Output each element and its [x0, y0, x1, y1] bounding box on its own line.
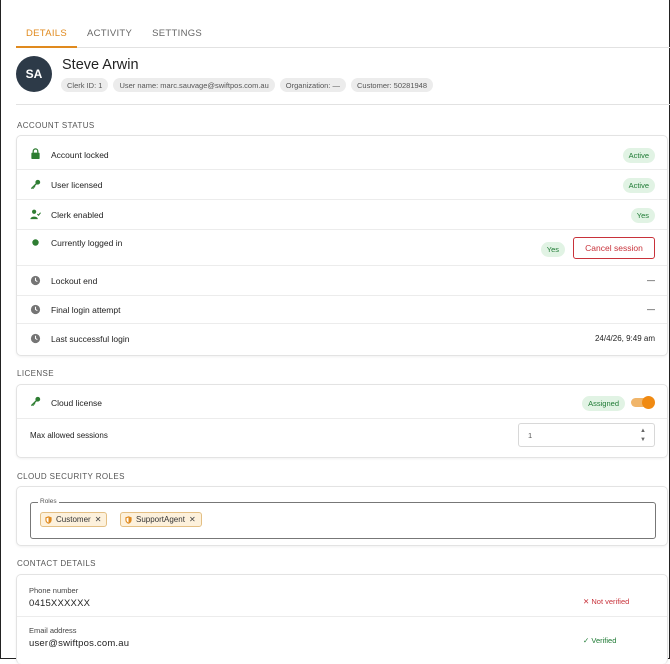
tab-bar: DETAILS ACTIVITY SETTINGS: [16, 22, 670, 48]
cloud-license-row: Cloud license Assigned: [17, 385, 667, 419]
clock-icon: [30, 275, 41, 286]
lockout-end-value: —: [647, 276, 655, 285]
clock-icon: [30, 333, 41, 344]
roles-field-label: Roles: [38, 498, 59, 505]
currently-logged-in-row: Currently logged in Yes Cancel session: [17, 230, 667, 266]
last-successful-login-label: Last successful login: [51, 334, 130, 344]
max-sessions-label: Max allowed sessions: [30, 431, 108, 440]
user-name: Steve Arwin: [62, 57, 139, 73]
clerk-enabled-row: Clerk enabled Yes: [17, 200, 667, 230]
organization-chip: Organization: —: [279, 78, 346, 92]
person-check-icon: [30, 209, 41, 220]
max-sessions-row: Max allowed sessions 1 ▲ ▼: [17, 419, 667, 457]
cloud-license-label: Cloud license: [51, 398, 103, 408]
license-card: Cloud license Assigned Max allowed sessi…: [16, 384, 668, 458]
status-badge: Active: [622, 178, 655, 193]
email-label: Email address: [29, 626, 77, 635]
account-locked-row: Account locked Active: [17, 136, 667, 170]
remove-role-icon[interactable]: ✕: [189, 515, 196, 524]
user-licensed-label: User licensed: [51, 180, 103, 190]
key-icon: [30, 396, 41, 407]
email-value: user@swiftpos.com.au: [29, 638, 130, 649]
avatar: SA: [16, 56, 52, 92]
phone-label: Phone number: [29, 586, 79, 595]
user-name-chip: User name: marc.sauvage@swiftpos.com.au: [113, 78, 275, 92]
final-login-attempt-value: —: [647, 305, 655, 314]
cloud-license-toggle[interactable]: [631, 396, 655, 409]
currently-logged-in-label: Currently logged in: [51, 238, 123, 248]
last-successful-login-value: 24/4/26, 9:49 am: [594, 334, 655, 343]
user-info-chips: Clerk ID: 1 User name: marc.sauvage@swif…: [61, 78, 434, 92]
role-chip-customer[interactable]: Customer ✕: [40, 512, 108, 527]
email-status-text: Verified: [591, 636, 617, 645]
lock-icon: [31, 148, 40, 159]
account-status-title: ACCOUNT STATUS: [17, 121, 95, 130]
tab-activity[interactable]: ACTIVITY: [77, 22, 142, 48]
customer-chip: Customer: 50281948: [350, 78, 434, 92]
email-row: Email address user@swiftpos.com.au ✓ Ver…: [17, 617, 667, 661]
final-login-attempt-row: Final login attempt —: [17, 296, 667, 324]
status-badge: Assigned: [582, 396, 625, 411]
final-login-attempt-label: Final login attempt: [51, 305, 121, 315]
increment-icon[interactable]: ▲: [640, 428, 646, 434]
key-icon: [30, 179, 41, 190]
cloud-security-roles-title: CLOUD SECURITY ROLES: [17, 472, 125, 481]
status-badge: Yes: [630, 208, 655, 223]
account-status-card: Account locked Active User licensed Acti…: [16, 135, 668, 356]
account-locked-label: Account locked: [51, 150, 109, 160]
roles-field[interactable]: Roles Customer ✕ SupportAgent ✕: [30, 498, 656, 539]
max-sessions-stepper[interactable]: 1 ▲ ▼: [518, 423, 655, 447]
license-title: LICENSE: [17, 369, 55, 378]
tab-settings[interactable]: SETTINGS: [142, 22, 212, 48]
shield-icon: [125, 515, 132, 524]
status-badge: Yes: [540, 242, 565, 257]
clock-icon: [30, 304, 41, 315]
role-chip-supportagent[interactable]: SupportAgent ✕: [120, 512, 202, 527]
toggle-thumb: [642, 396, 655, 409]
phone-value: 0415XXXXXX: [29, 598, 91, 609]
remove-role-icon[interactable]: ✕: [95, 515, 102, 524]
max-sessions-value: 1: [528, 431, 533, 440]
email-status: ✓ Verified: [583, 636, 616, 645]
contact-details-title: CONTACT DETAILS: [17, 559, 96, 568]
contact-card: Phone number 0415XXXXXX ✕ Not verified E…: [16, 574, 668, 664]
tab-details[interactable]: DETAILS: [16, 22, 77, 48]
phone-status-text: Not verified: [591, 597, 630, 606]
role-chip-label: Customer: [56, 515, 91, 524]
cancel-session-button[interactable]: Cancel session: [573, 237, 655, 259]
decrement-icon[interactable]: ▼: [640, 437, 646, 443]
clerk-enabled-label: Clerk enabled: [51, 210, 104, 220]
lockout-end-label: Lockout end: [51, 276, 98, 286]
lockout-end-row: Lockout end —: [17, 266, 667, 296]
user-licensed-row: User licensed Active: [17, 170, 667, 200]
clerk-id-chip: Clerk ID: 1: [61, 78, 109, 92]
last-successful-login-row: Last successful login 24/4/26, 9:49 am: [17, 324, 667, 356]
phone-row: Phone number 0415XXXXXX ✕ Not verified: [17, 575, 667, 617]
phone-status: ✕ Not verified: [583, 597, 629, 606]
role-chip-label: SupportAgent: [136, 515, 185, 524]
header-divider: [16, 104, 670, 105]
status-badge: Active: [622, 148, 655, 163]
roles-card: Roles Customer ✕ SupportAgent ✕: [16, 486, 668, 546]
shield-icon: [45, 515, 52, 524]
dot-icon: [32, 239, 39, 246]
